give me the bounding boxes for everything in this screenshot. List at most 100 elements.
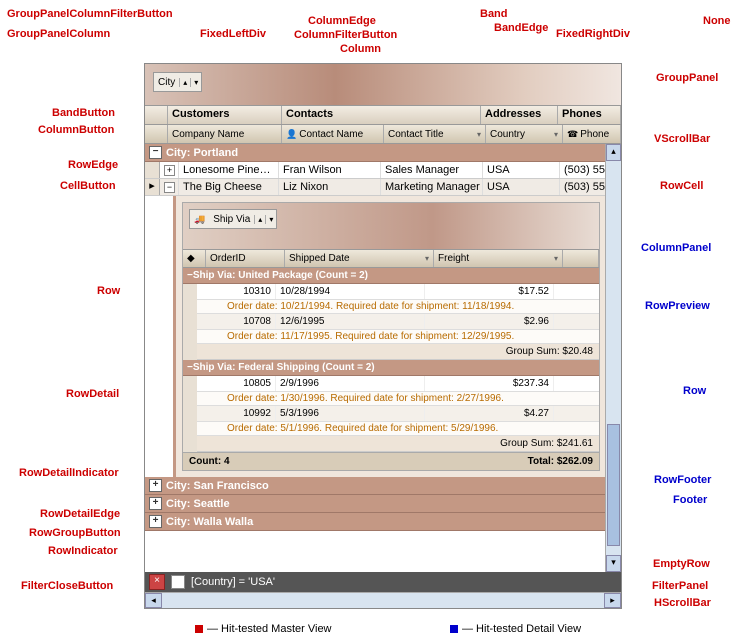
detail-col-empty (563, 250, 599, 267)
detail-column-button[interactable]: ◆ (183, 250, 206, 267)
column-filter-button[interactable]: ▾ (425, 254, 429, 263)
master-group-row[interactable]: − City: Portland (145, 144, 606, 162)
cell-company[interactable]: Lonesome Pine… (179, 162, 279, 178)
person-icon (286, 129, 297, 140)
callout-label: BandEdge (494, 22, 548, 34)
row-indicator[interactable]: ▸ (145, 179, 160, 195)
row-footer: Group Sum: $241.61 (197, 436, 599, 452)
callout-label: ColumnEdge (308, 15, 376, 27)
legend-swatch-red (195, 625, 203, 633)
detail-group-row[interactable]: − Ship Via: Federal Shipping (Count = 2) (183, 360, 599, 376)
column-country[interactable]: Country ▾ (486, 125, 563, 143)
group-expand-button[interactable]: + (149, 479, 162, 492)
callout-label: RowGroupButton (29, 527, 121, 539)
legend-detail: — Hit-tested Detail View (450, 623, 581, 635)
callout-label: Band (480, 8, 508, 20)
group-panel-column-filter-button[interactable]: ▾ (190, 78, 201, 87)
detail-data-row[interactable]: 10310 10/28/1994 $17.52 (197, 284, 599, 300)
callout-label: FixedRightDiv (556, 28, 630, 40)
callout-label: RowDetail (66, 388, 119, 400)
callout-label: RowDetailIndicator (19, 467, 119, 479)
cell-expand-button[interactable]: − (164, 182, 175, 193)
cell-phone[interactable]: (503) 555-3612 (560, 179, 606, 195)
cell-contact[interactable]: Liz Nixon (279, 179, 381, 195)
detail-group-panel[interactable]: Ship Via ▴ ▾ (183, 203, 599, 250)
group-panel-column[interactable]: City ▴ ▾ (153, 72, 202, 92)
filter-panel[interactable]: × [Country] = 'USA' (145, 572, 621, 592)
detail-column-row: ◆ OrderID Shipped Date ▾ Freight ▾ (183, 250, 599, 268)
band-addresses[interactable]: Addresses (481, 106, 558, 124)
callout-label: EmptyRow (653, 558, 710, 570)
scroll-right-button[interactable]: ▸ (604, 593, 621, 608)
detail-group-column[interactable]: Ship Via ▴ ▾ (189, 209, 277, 229)
callout-label: BandButton (52, 107, 115, 119)
band-customers[interactable]: Customers (168, 106, 282, 124)
band-contacts[interactable]: Contacts (282, 106, 481, 124)
scroll-thumb[interactable] (607, 424, 620, 546)
cell-country[interactable]: USA (483, 162, 560, 178)
cell-title[interactable]: Marketing Manager (381, 179, 483, 195)
band-phones[interactable]: Phones (558, 106, 621, 124)
column-phone[interactable]: Phone (563, 125, 621, 143)
column-company-name[interactable]: Company Name (168, 125, 282, 143)
detail-footer: Count: 4 Total: $262.09 (183, 452, 599, 470)
cell-phone[interactable]: (503) 555-9573 (560, 162, 606, 178)
callout-label: GroupPanelColumn (7, 28, 110, 40)
legend-swatch-blue (450, 625, 458, 633)
callout-label: HScrollBar (654, 597, 711, 609)
scroll-down-button[interactable]: ▾ (606, 555, 621, 572)
callout-label: FixedLeftDiv (200, 28, 266, 40)
detail-col-orderid[interactable]: OrderID (206, 250, 285, 267)
row-indicator[interactable] (145, 162, 160, 178)
scroll-left-button[interactable]: ◂ (145, 593, 162, 608)
detail-data-row[interactable]: 10708 12/6/1995 $2.96 (197, 314, 599, 330)
master-group-row[interactable]: + City: Walla Walla (145, 513, 606, 531)
cell-country[interactable]: USA (483, 179, 560, 195)
group-expand-button[interactable]: + (149, 515, 162, 528)
grid-window: City ▴ ▾ Customers Contacts Addresses Ph… (144, 63, 622, 609)
callout-label: VScrollBar (654, 133, 710, 145)
callout-label: FilterCloseButton (21, 580, 113, 592)
filter-close-button[interactable]: × (149, 574, 165, 590)
column-contact-title[interactable]: Contact Title ▾ (384, 125, 486, 143)
vertical-scrollbar[interactable]: ▴ ▾ (605, 144, 621, 572)
scroll-up-button[interactable]: ▴ (606, 144, 621, 161)
filter-checkbox[interactable] (171, 575, 185, 589)
data-row[interactable]: + Lonesome Pine… Fran Wilson Sales Manag… (145, 162, 606, 179)
data-row[interactable]: ▸ − The Big Cheese Liz Nixon Marketing M… (145, 179, 606, 196)
group-panel[interactable]: City ▴ ▾ (145, 64, 621, 106)
group-expand-button[interactable]: − (149, 146, 162, 159)
column-filter-button[interactable]: ▾ (554, 254, 558, 263)
detail-group-row[interactable]: − Ship Via: United Package (Count = 2) (183, 268, 599, 284)
cell-company[interactable]: The Big Cheese (179, 179, 279, 195)
group-expand-button[interactable]: + (149, 497, 162, 510)
group-panel-column-sort-icon[interactable]: ▴ (179, 78, 190, 87)
filter-icon[interactable]: ▾ (265, 215, 276, 224)
detail-grid: Ship Via ▴ ▾ ◆ OrderID Shipped Date ▾ (182, 202, 600, 471)
detail-data-row[interactable]: 10992 5/3/1996 $4.27 (197, 406, 599, 422)
row-preview: Order date: 5/1/1996. Required date for … (197, 422, 599, 436)
callout-label: FilterPanel (652, 580, 708, 592)
column-contact-name[interactable]: Contact Name (282, 125, 384, 143)
row-preview: Order date: 11/17/1995. Required date fo… (197, 330, 599, 344)
sort-icon[interactable]: ▴ (254, 215, 265, 224)
column-button[interactable] (145, 125, 168, 143)
callout-label: Row (97, 285, 120, 297)
master-group-row[interactable]: + City: Seattle (145, 495, 606, 513)
detail-data-row[interactable]: 10805 2/9/1996 $237.34 (197, 376, 599, 392)
band-button[interactable] (145, 106, 168, 124)
callout-label: GroupPanelColumnFilterButton (7, 8, 173, 20)
horizontal-scrollbar[interactable]: ◂ ▸ (145, 592, 621, 608)
callout-label: RowPreview (645, 300, 710, 312)
column-filter-button[interactable]: ▾ (554, 130, 558, 139)
master-group-row[interactable]: + City: San Francisco (145, 477, 606, 495)
column-row: Company Name Contact Name Contact Title … (145, 125, 621, 144)
cell-title[interactable]: Sales Manager (381, 162, 483, 178)
cell-contact[interactable]: Fran Wilson (279, 162, 381, 178)
callout-label: Footer (673, 494, 707, 506)
detail-col-freight[interactable]: Freight ▾ (434, 250, 563, 267)
cell-expand-button[interactable]: + (164, 165, 175, 176)
detail-col-shipped[interactable]: Shipped Date ▾ (285, 250, 434, 267)
callout-label: ColumnPanel (641, 242, 711, 254)
column-filter-button[interactable]: ▾ (477, 130, 481, 139)
